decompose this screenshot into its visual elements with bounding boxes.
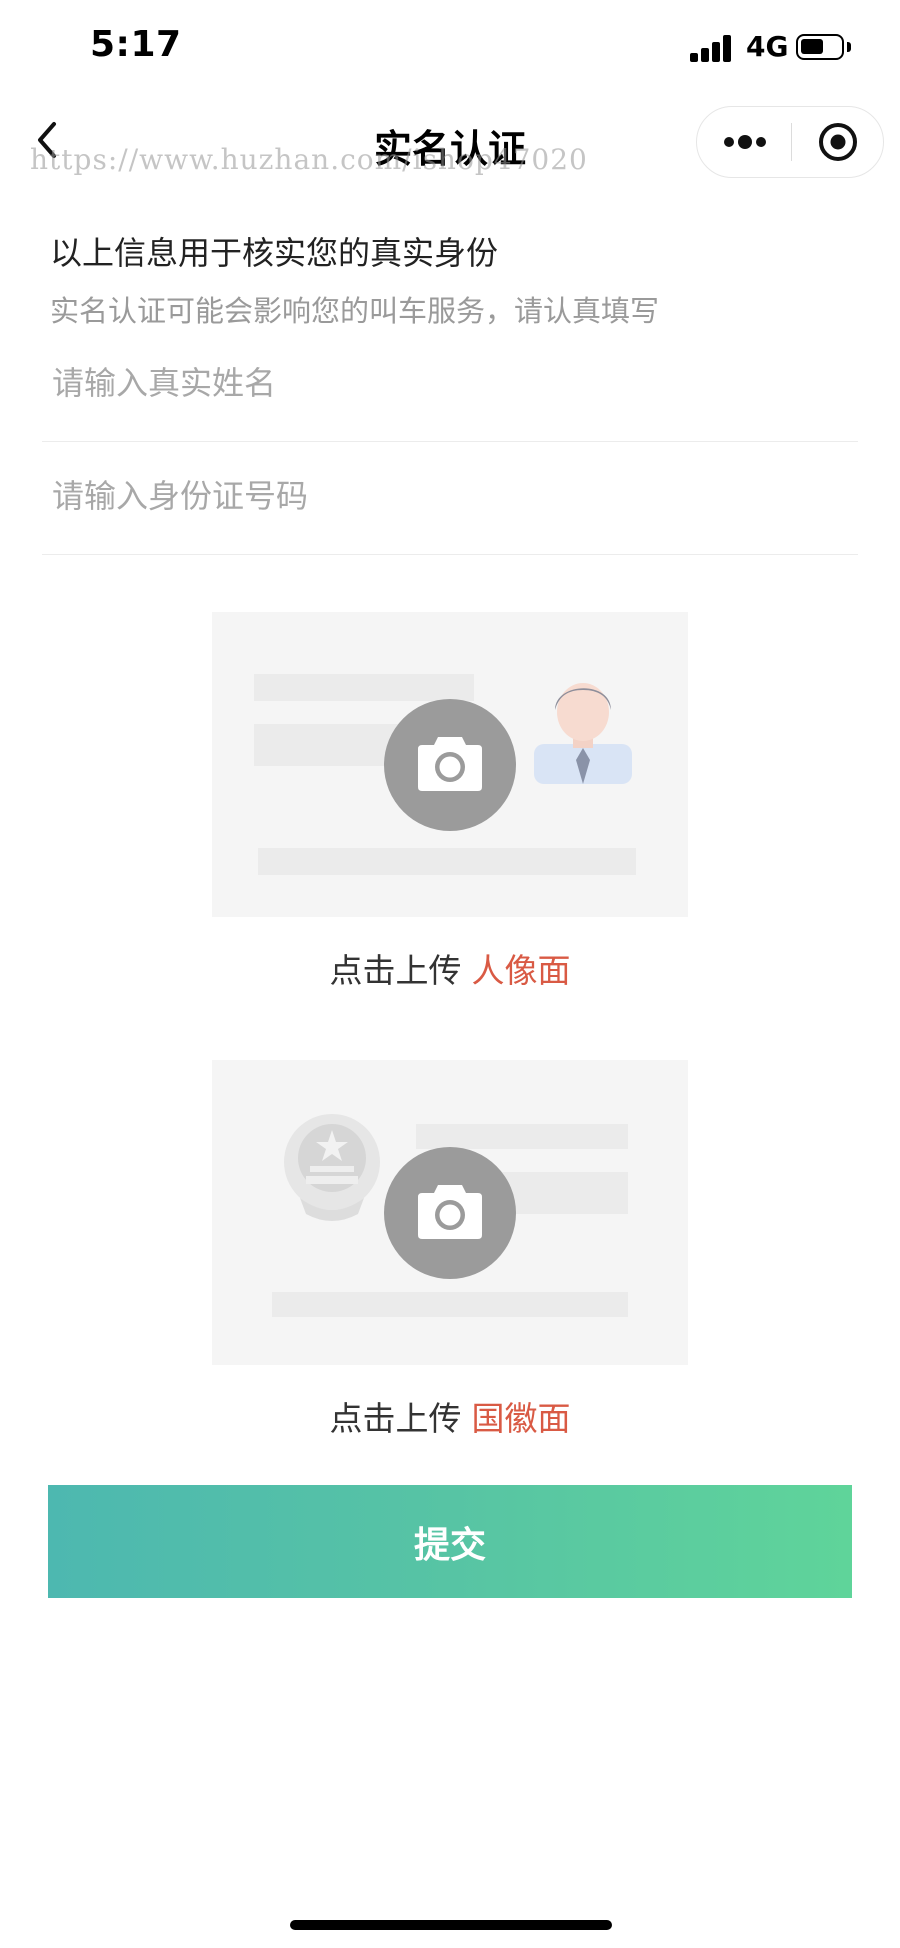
name-field [42,332,858,442]
upload-back-label[interactable]: 点击上传 国徽面 [0,1392,900,1440]
upload-prefix: 点击上传 [329,951,462,990]
placeholder-bar [272,1292,628,1317]
placeholder-bar [416,1124,628,1149]
home-indicator[interactable] [290,1920,612,1930]
upload-front-label[interactable]: 点击上传 人像面 [0,944,900,992]
network-type: 4G [746,30,789,63]
placeholder-bar [254,724,404,766]
form-heading: 以上信息用于核实您的真实身份 [50,234,499,272]
battery-icon [796,34,844,60]
watermark-text: https://www.huzhan.com/ishop47020 [30,143,588,176]
id-field [42,445,858,555]
status-time: 5:17 [90,24,182,65]
id-number-input[interactable] [50,445,844,547]
camera-icon[interactable] [384,1147,516,1279]
miniprogram-capsule [696,106,884,178]
battery-cap [847,42,851,52]
upload-front-card[interactable] [212,612,688,917]
placeholder-bar [258,848,636,875]
upload-side-front: 人像面 [471,951,571,990]
upload-back-card[interactable] [212,1060,688,1365]
upload-prefix: 点击上传 [329,1399,462,1438]
real-name-input[interactable] [50,332,844,434]
camera-icon[interactable] [384,699,516,831]
placeholder-bar [254,674,474,701]
upload-side-back: 国徽面 [471,1399,571,1438]
cellular-signal-icon [690,34,734,62]
capsule-divider [791,123,792,161]
national-emblem-icon [284,1114,380,1221]
person-silhouette-icon [534,683,632,784]
form-subheading: 实名认证可能会影响您的叫车服务，请认真填写 [50,294,660,328]
close-target-icon[interactable] [817,121,859,163]
more-dots-icon[interactable] [723,134,767,150]
submit-button[interactable]: 提交 [48,1485,852,1598]
